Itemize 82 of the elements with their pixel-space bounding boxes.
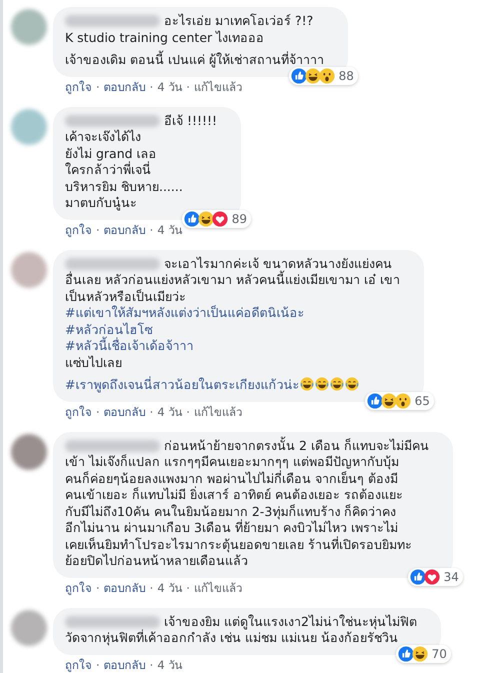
meta-text: 4 วัน (157, 658, 182, 672)
laughing-face-icon (412, 646, 428, 662)
comment-text: ก่อนหน้าย้ายจากตรงนั้น 2 เดือน ก็แทบจะไม่มีคน (164, 438, 429, 454)
avatar[interactable] (11, 108, 47, 144)
blurred-name[interactable] (65, 440, 160, 452)
meta-text: แก้ไขแล้ว (194, 80, 242, 94)
comment-text: แซ่บไปเลย (65, 354, 122, 370)
reaction-count: 65 (414, 394, 430, 408)
action-link[interactable]: ถูกใจ (65, 80, 92, 94)
hashtag-link[interactable]: #หลัวก่อนไฮโซ (65, 322, 152, 336)
separator-dot: · (96, 580, 100, 594)
reaction-badge[interactable]: 65 (364, 392, 434, 410)
separator-dot: · (186, 580, 190, 594)
separator-dot: · (96, 222, 100, 236)
reaction-badge[interactable]: 70 (396, 644, 451, 662)
meta-text: 4 วัน (157, 404, 182, 418)
separator-dot: · (96, 80, 100, 94)
comment-text: K studio training center ไงเทอออ (65, 30, 264, 44)
action-link[interactable]: ถูกใจ (65, 580, 92, 594)
avatar[interactable] (11, 9, 47, 45)
separator-dot: · (96, 404, 100, 418)
laughing-face-icon (300, 377, 314, 391)
laughing-face-icon (345, 377, 360, 391)
blurred-name[interactable] (65, 616, 160, 628)
separator-dot: · (150, 580, 154, 594)
reaction-count: 89 (232, 212, 248, 226)
meta-text: 4 วัน (157, 222, 182, 236)
reaction-count: 34 (444, 570, 459, 584)
laughing-face-icon (315, 377, 330, 391)
action-link[interactable]: ตอบกลับ (104, 80, 146, 94)
hashtag-link[interactable]: #หลัวนี้เชื่อเจ้าเด้อจ้าาา (65, 338, 194, 353)
comment-text: เข้า ไม่เจ๊งก็แปลก แรกๆๆมีคนเยอะมากๆๆ แต่พอมีปัญหากับบุ้ม คนก็ค่อยๆน้อยลงแพงมาก พอผ่านไปไม่กี่เดือน จากเย็นๆ ต้องมี คนเข้าเยอะ ก็แทบไม่มี ยิ่งเสาร์ อาทิตย์ คนต้องเยอะ รถต้องแยะ กับมีไม่ถึง10คัน คนในยิมน้อยมาก 2-3ทุ่มก็แทบร้าง ก็คิดว่าคง อีกไม่นาน ผ่านมาเกือบ 3เดือน ที่ย้ายมา คงบิวไม่ไหว เพราะไม่ เคยเห็นยิมทำโปรอะไรมากระตุ้นยอดขายเลย ร้านที่เปิดรอบยิมทะ ย้อยปิดไปก่อนหน้าหลายเดือนแล้ว (65, 454, 412, 568)
like-icon (290, 68, 307, 84)
meta-text: แก้ไขแล้ว (194, 404, 242, 418)
reaction-badge[interactable]: 89 (182, 210, 252, 228)
like-icon (366, 392, 383, 408)
blurred-name[interactable] (65, 114, 160, 127)
action-link[interactable]: ตอบกลับ (104, 580, 146, 594)
comment-text: เจ้าของยิม แต่ดูในแรงเงา2ไม่น่าใช่นะหุ่นไม่ฟิต (164, 614, 417, 630)
comment-text: อีเจ้ !!!!!! (164, 112, 218, 129)
laughing-face-icon (380, 392, 397, 408)
hashtag-link[interactable]: #เราพูดถึงเจนนี่สาวน้อยในตระเกียงแก้วน่ะ (65, 377, 300, 392)
comment-text: เค้าจะเจ๊งได้ไง ยังไม่ grand เลอ ใครกล้าว่าพี่เจนี่ บริหารยิม ชิบหาย...... มาตบกับนู๋นะ (65, 129, 183, 210)
separator-dot: · (186, 80, 190, 94)
comment-text: จะเอาไรมากค่ะเจ้ ขนาดหลัวนางยังแย่งคน (164, 256, 392, 270)
blurred-name[interactable] (65, 15, 160, 28)
separator-dot: · (150, 404, 154, 418)
like-icon (398, 646, 414, 662)
surprised-face-icon (318, 68, 335, 84)
meta-text: แก้ไขแล้ว (194, 580, 242, 594)
like-icon (184, 210, 200, 226)
comment-text: อื่นเลย หลัวก่อนแย่งหลัวเขามา หลัวคนนี้แย่งเมียเขามา เอ๋ เขา เป็นหลัวหรือเป็นเมียว่ะ (65, 272, 400, 304)
separator-dot: · (150, 222, 154, 236)
reaction-badge[interactable]: 34 (408, 568, 463, 586)
laughing-face-icon (304, 68, 321, 84)
blurred-name[interactable] (65, 258, 160, 270)
laughing-face-icon (198, 210, 214, 226)
separator-dot: · (150, 658, 154, 672)
action-link[interactable]: ถูกใจ (65, 404, 92, 418)
reaction-badge[interactable]: 88 (288, 66, 358, 84)
separator-dot: · (150, 80, 154, 94)
like-icon (410, 568, 426, 584)
action-link[interactable]: ตอบกลับ (104, 404, 146, 418)
reaction-count: 70 (432, 646, 447, 660)
meta-text: 4 วัน (157, 580, 182, 594)
separator-dot: · (96, 658, 100, 672)
avatar[interactable] (11, 252, 47, 288)
comment-text: วัดจากหุ่นฟิตที่เค้าออกกำลัง เช่น แม่ชม แม่เนย น้องก้อยรัชวิน (65, 630, 398, 645)
action-link[interactable]: ตอบกลับ (104, 658, 146, 672)
avatar[interactable] (11, 434, 47, 470)
hashtag-link[interactable]: #แต่เขาให้สัมฯหลังแต่งว่าเป็นแค่อดีตนิเน้อะ (65, 305, 304, 320)
comment-text: อะไรเอ่ย มาเทคโอเว่อร์ ?!? (164, 13, 314, 30)
action-link[interactable]: ตอบกลับ (104, 222, 146, 236)
action-link[interactable]: ถูกใจ (65, 222, 92, 236)
action-link[interactable]: ถูกใจ (65, 658, 92, 672)
surprised-face-icon (394, 392, 411, 408)
meta-text: 4 วัน (157, 80, 182, 94)
avatar[interactable] (11, 610, 47, 646)
laughing-face-icon (330, 377, 344, 391)
reaction-count: 88 (338, 68, 354, 82)
separator-dot: · (186, 404, 190, 418)
comment-text: เจ้าของเดิม ตอนนี้ เปนแค่ ผู้ให้เช่าสถานที่จ้าาาา (65, 52, 324, 67)
